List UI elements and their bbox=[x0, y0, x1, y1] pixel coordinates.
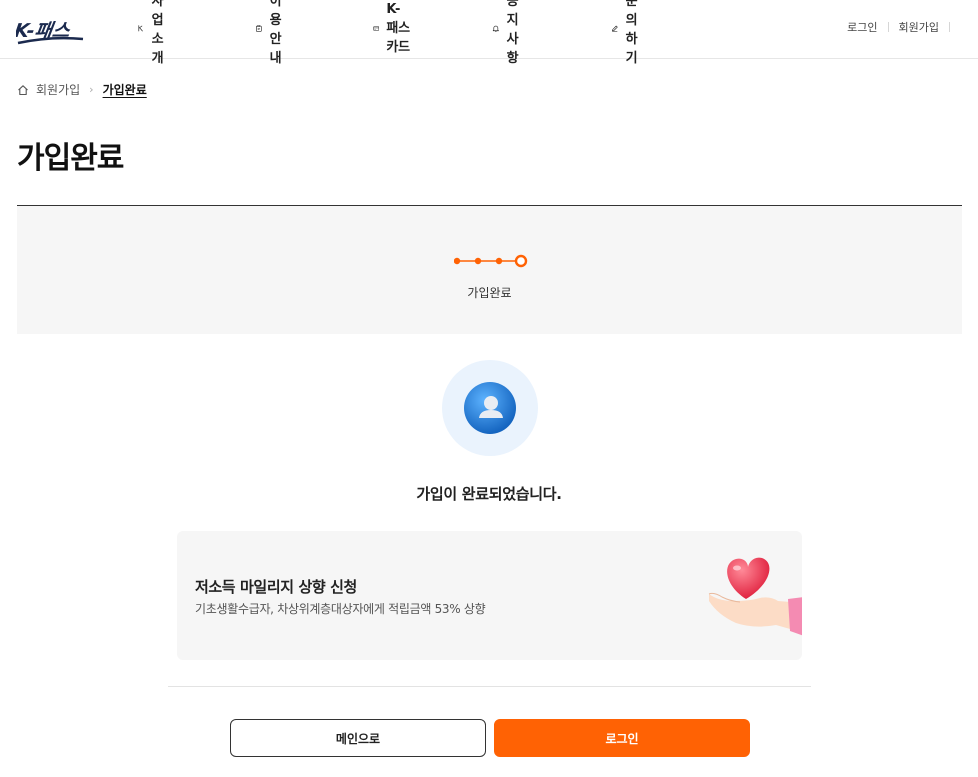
promo-banner[interactable]: 저소득 마일리지 상향 신청 기초생활수급자, 차상위계층대상자에게 적립금액 … bbox=[177, 531, 802, 660]
leaf-k-icon bbox=[138, 24, 143, 31]
pencil-icon bbox=[612, 25, 618, 32]
promo-description: 기초생활수급자, 차상위계층대상자에게 적립금액 53% 상향 bbox=[195, 602, 486, 616]
user-icon bbox=[464, 382, 516, 434]
card-icon bbox=[373, 25, 380, 31]
home-icon[interactable] bbox=[17, 84, 29, 96]
breadcrumb-parent[interactable]: 회원가입 bbox=[36, 81, 80, 98]
promo-title: 저소득 마일리지 상향 신청 bbox=[195, 578, 357, 596]
avatar-circle bbox=[442, 360, 538, 456]
nav-item-contact[interactable]: 문의하기 bbox=[611, 0, 647, 66]
utility-menu: 로그인 회원가입 bbox=[847, 19, 950, 35]
nav-item-guide[interactable]: 이용안내 bbox=[255, 0, 291, 66]
step-dot-2 bbox=[474, 257, 482, 265]
nav-item-notice[interactable]: 공지사항 bbox=[492, 0, 528, 66]
util-divider bbox=[887, 22, 889, 32]
k-pass-logo[interactable]: K-패스 bbox=[16, 5, 86, 49]
nav-label: 이용안내 bbox=[269, 0, 282, 66]
go-main-button[interactable]: 메인으로 bbox=[230, 719, 486, 757]
site-header: K-패스 사업소개 이용안내 K-패스 카드 공지사항 문의하기 로그인 회원가… bbox=[0, 0, 978, 66]
nav-label: 사업소개 bbox=[151, 0, 164, 66]
bell-icon bbox=[492, 25, 499, 32]
nav-item-about[interactable]: 사업소개 bbox=[137, 0, 173, 66]
step-indicator: 가입완료 bbox=[17, 206, 962, 334]
step-progress bbox=[454, 254, 528, 268]
util-divider bbox=[949, 22, 950, 32]
page-title: 가입완료 bbox=[17, 141, 124, 176]
step-label: 가입완료 bbox=[467, 286, 512, 300]
nav-label: 문의하기 bbox=[625, 0, 638, 66]
nav-item-card[interactable]: K-패스 카드 bbox=[373, 2, 411, 55]
signup-link[interactable]: 회원가입 bbox=[899, 19, 939, 35]
step-dot-1 bbox=[454, 257, 461, 265]
nav-label: K-패스 카드 bbox=[386, 1, 410, 55]
step-dot-3 bbox=[495, 257, 503, 265]
heart-hand-illustration bbox=[708, 557, 802, 636]
login-link[interactable]: 로그인 bbox=[847, 19, 877, 35]
completion-message: 가입이 완료되었습니다. bbox=[416, 485, 562, 503]
nav-label: 공지사항 bbox=[506, 0, 519, 66]
chevron-right-icon: › bbox=[89, 83, 94, 96]
clipboard-icon bbox=[256, 24, 262, 32]
section-divider bbox=[168, 686, 811, 687]
breadcrumb-current: 가입완료 bbox=[102, 83, 147, 97]
login-button[interactable]: 로그인 bbox=[494, 719, 750, 757]
step-dot-4-current bbox=[514, 254, 528, 268]
breadcrumb: 회원가입 › 가입완료 bbox=[17, 81, 147, 98]
